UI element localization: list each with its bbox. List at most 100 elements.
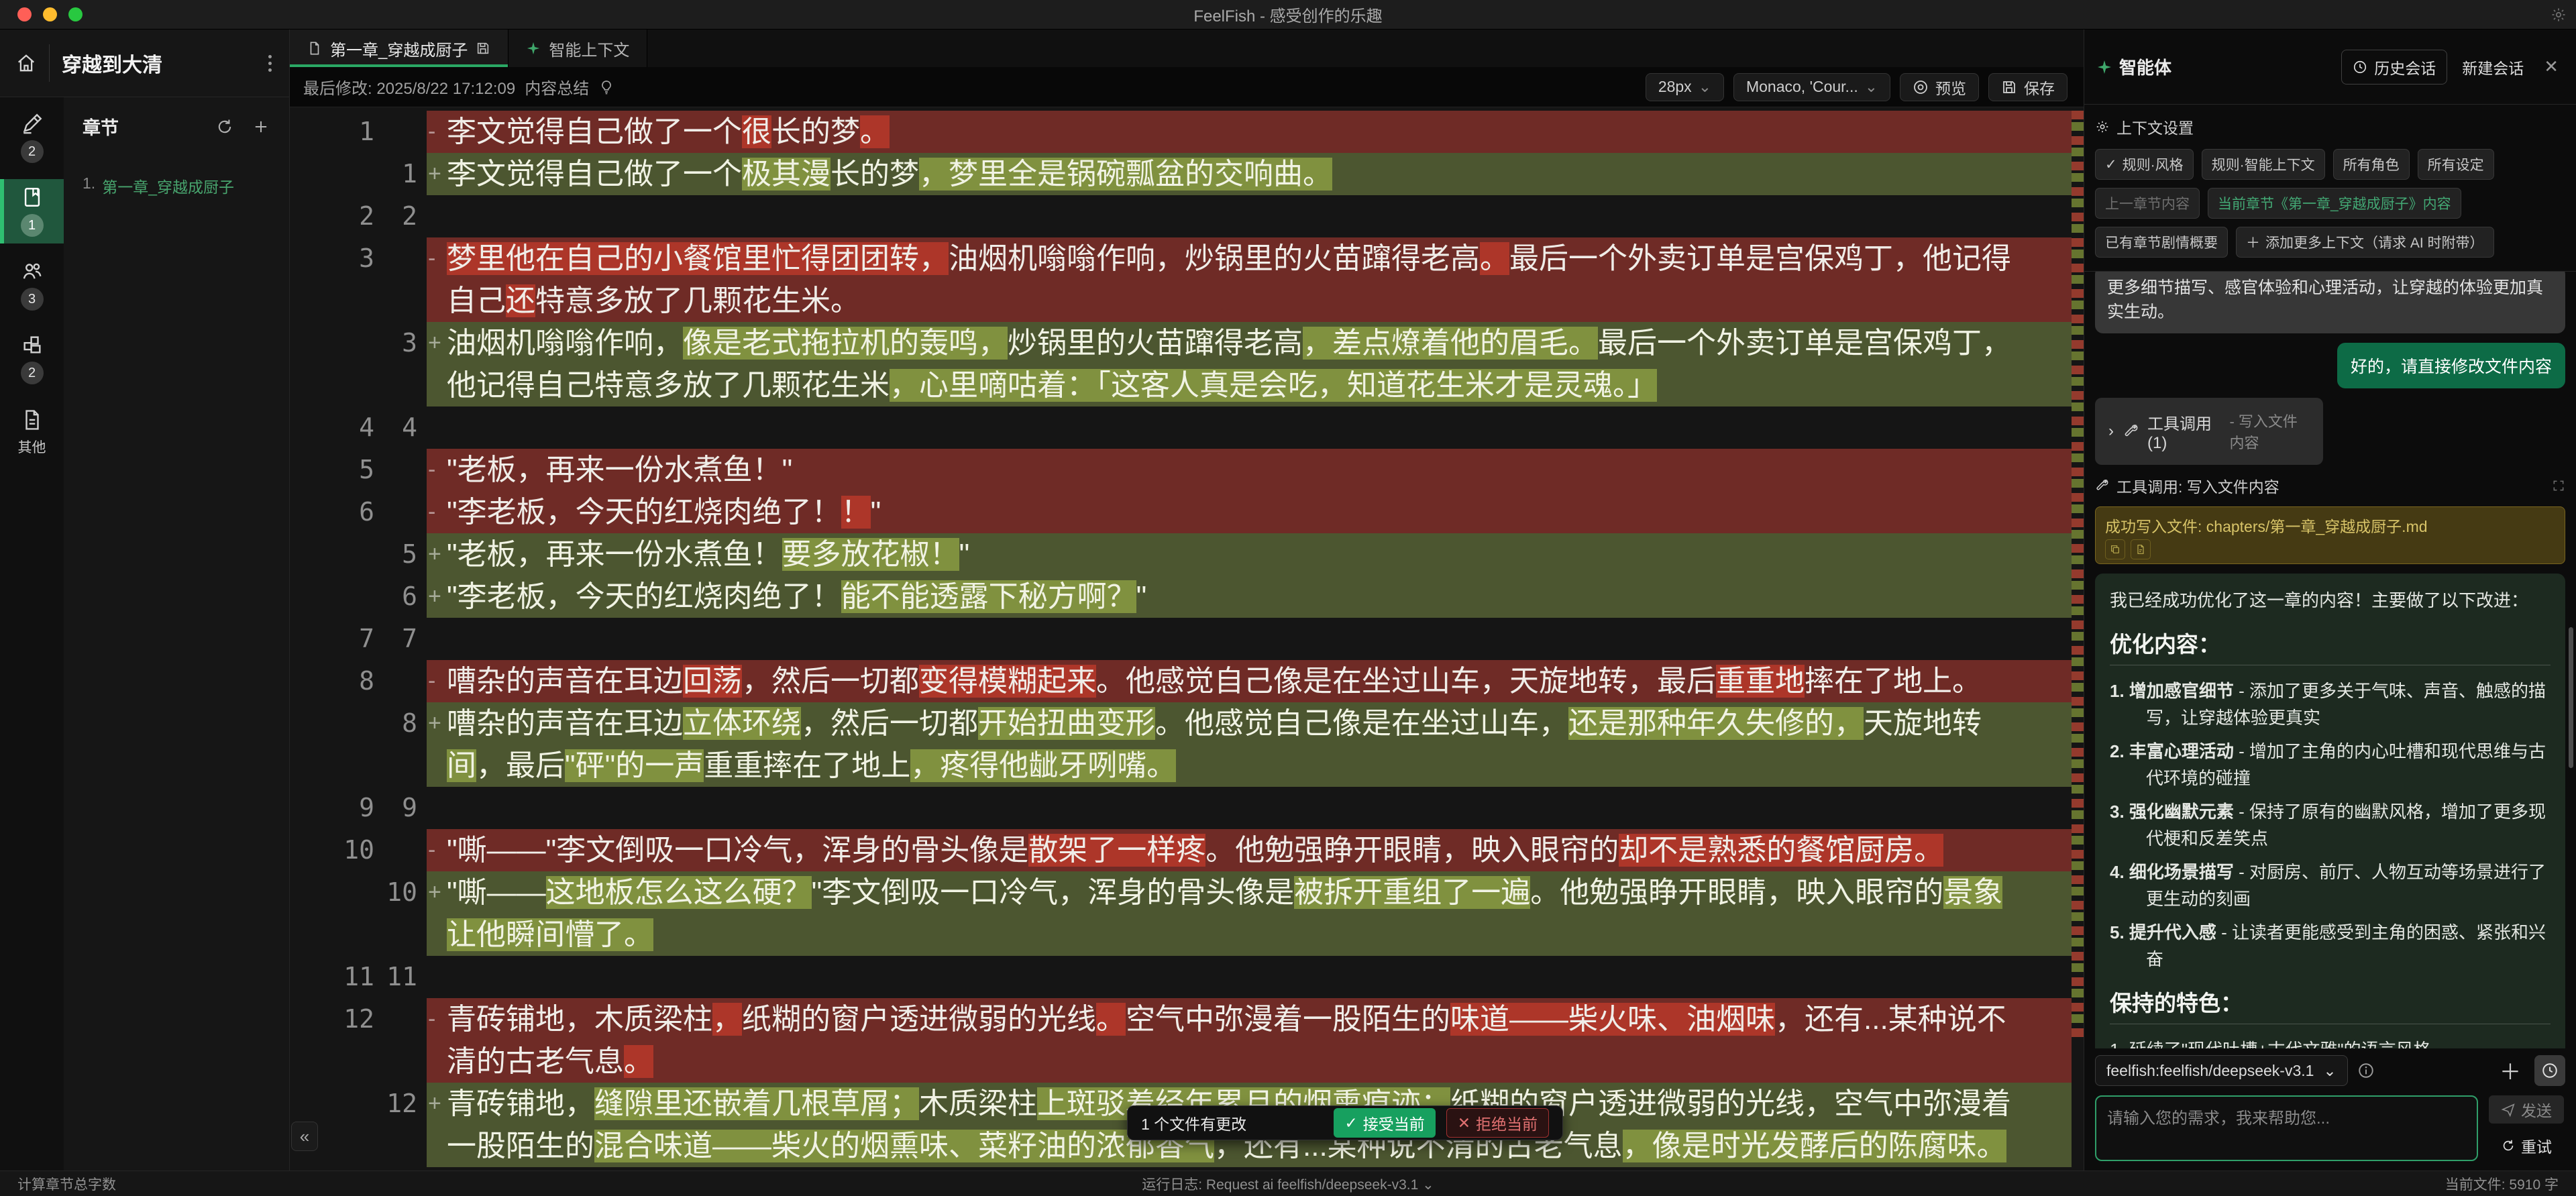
diff-line[interactable]: 8 -嘈杂的声音在耳边回荡，然后一切都变得模糊起来。他感觉自己像是在坐过山车，天… — [290, 660, 2072, 702]
blocks-count-badge: 2 — [21, 362, 44, 384]
diff-line[interactable]: 12 -青砖铺地，木质梁柱，纸糊的窗户透进微弱的光线。空气中弥漫着一股陌生的味道… — [290, 998, 2072, 1083]
context-chip-previous-chapter[interactable]: 上一章节内容 — [2095, 188, 2200, 219]
gear-icon[interactable] — [2551, 7, 2567, 23]
diff-line[interactable]: 1 -李文觉得自己做了一个很长的梦。 — [290, 111, 2072, 153]
diff-line[interactable]: 10 +"嘶——这地板怎么这么硬？"李文倒吸一口冷气，浑身的骨头像是被拆开重组了… — [290, 871, 2072, 956]
refresh-icon[interactable] — [215, 117, 234, 136]
rail-item-characters[interactable]: 3 — [0, 253, 64, 317]
editor-toolbar: 最后修改: 2025/8/22 17:12:09 内容总结 28px⌄ Mona… — [290, 67, 2084, 107]
accept-change-button[interactable]: ✓接受当前 — [1334, 1108, 1435, 1138]
diff-line[interactable]: 3 +油烟机嗡嗡作响，像是老式拖拉机的轰鸣，炒锅里的火苗蹿得老高，差点燎着他的眉… — [290, 322, 2072, 406]
diff-line[interactable]: 2 2 — [290, 195, 2072, 237]
new-line-number: 5 — [374, 533, 417, 576]
diff-overview-ruler[interactable] — [2072, 111, 2084, 1039]
retry-button[interactable]: 重试 — [2501, 1134, 2552, 1157]
rail-item-writing[interactable]: 2 — [0, 105, 64, 170]
info-icon[interactable] — [2357, 1062, 2375, 1079]
diff-line-text — [427, 956, 2072, 998]
context-chip-rules-style[interactable]: ✓规则·风格 — [2095, 149, 2194, 180]
last-modified-text: 最后修改: 2025/8/22 17:12:09 — [303, 75, 515, 99]
diff-line-text: -李文觉得自己做了一个很长的梦。 — [427, 111, 2072, 153]
new-line-number: 12 — [374, 1083, 417, 1167]
new-line-number: 1 — [374, 153, 417, 195]
old-line-number: 3 — [290, 237, 374, 322]
file-icon[interactable] — [2131, 539, 2151, 559]
clock-icon — [2353, 60, 2367, 74]
diff-line[interactable]: 6 -"李老板，今天的红烧肉绝了！！" — [290, 491, 2072, 533]
diff-line[interactable]: 5 -"老板，再来一份水煮鱼！" — [290, 449, 2072, 491]
chat-area[interactable]: 更多细节描写、感官体验和心理活动，让穿越的体验更加真实生动。 好的，请直接修改文… — [2084, 272, 2576, 1048]
diff-line-text: -梦里他在自己的小餐馆里忙得团团转，油烟机嗡嗡作响，炒锅里的火苗蹿得老高。最后一… — [427, 237, 2072, 322]
project-menu-icon[interactable] — [263, 50, 277, 77]
content-summary-link[interactable]: 内容总结 — [525, 75, 589, 99]
diff-line[interactable]: 3 -梦里他在自己的小餐馆里忙得团团转，油烟机嗡嗡作响，炒锅里的火苗蹿得老高。最… — [290, 237, 2072, 322]
diff-line[interactable]: 6 +"李老板，今天的红烧肉绝了！能不能透露下秘方啊？" — [290, 576, 2072, 618]
diff-line[interactable]: 5 +"老板，再来一份水煮鱼！要多放花椒！" — [290, 533, 2072, 576]
diff-line[interactable]: 9 9 — [290, 787, 2072, 829]
rail-item-settings-blocks[interactable]: 2 — [0, 327, 64, 391]
old-line-number — [290, 322, 374, 406]
old-line-number: 7 — [290, 618, 374, 660]
assistant-message-final: 我已经成功优化了这一章的内容！主要做了以下改进： 优化内容： 1. 增加感官细节… — [2095, 574, 2565, 1048]
context-chip-smart-context[interactable]: 规则·智能上下文 — [2202, 149, 2325, 180]
diff-line[interactable]: 4 4 — [290, 406, 2072, 449]
diff-line-text: -"老板，再来一份水煮鱼！" — [427, 449, 2072, 491]
old-line-number: 4 — [290, 406, 374, 449]
rail-item-other[interactable]: 其他 — [0, 400, 64, 465]
new-line-number: 9 — [374, 787, 417, 829]
characters-count-badge: 3 — [21, 288, 44, 311]
diff-line[interactable]: 10 -"嘶——"李文倒吸一口冷气，浑身的骨头像是散架了一样疼。他勉强睁开眼睛，… — [290, 829, 2072, 871]
preview-button[interactable]: 预览 — [1900, 73, 1979, 101]
final-intro: 我已经成功优化了这一章的内容！主要做了以下改进： — [2110, 587, 2551, 614]
new-line-number: 3 — [374, 322, 417, 406]
tab-smart-context[interactable]: 智能上下文 — [508, 30, 647, 67]
close-panel-icon[interactable]: ✕ — [2538, 54, 2564, 80]
font-size-select[interactable]: 28px⌄ — [1646, 73, 1724, 101]
reject-change-button[interactable]: ✕拒绝当前 — [1446, 1108, 1549, 1138]
new-line-number: 6 — [374, 576, 417, 618]
diff-line[interactable]: 8 +嘈杂的声音在耳边立体环绕，然后一切都开始扭曲变形。他感觉自己像是在坐过山车… — [290, 702, 2072, 787]
diff-line[interactable]: 1 +李文觉得自己做了一个极其漫长的梦，梦里全是锅碗瓢盆的交响曲。 — [290, 153, 2072, 195]
home-icon[interactable] — [12, 44, 50, 82]
save-file-icon[interactable] — [476, 41, 490, 56]
collapse-sidebar-button[interactable]: « — [291, 1122, 318, 1151]
copy-icon[interactable] — [2105, 539, 2125, 559]
diff-line[interactable]: 11 11 — [290, 956, 2072, 998]
check-icon: ✓ — [1344, 1114, 1357, 1132]
send-button[interactable]: 发送 — [2489, 1095, 2564, 1124]
tool-call-collapsed[interactable]: › 工具调用 (1) - 写入文件内容 — [2095, 398, 2323, 465]
diff-line-text: +"老板，再来一份水煮鱼！要多放花椒！" — [427, 533, 2072, 576]
diff-editor[interactable]: 1 -李文觉得自己做了一个很长的梦。 1 +李文觉得自己做了一个极其漫长的梦，梦… — [290, 107, 2084, 1171]
old-line-number: 11 — [290, 956, 374, 998]
add-attachment-button[interactable]: ＋ — [2496, 1056, 2525, 1085]
context-chip-plot-summary[interactable]: 已有章节剧情概要 — [2095, 227, 2228, 258]
tool-call-label: 工具调用: 写入文件内容 — [2116, 474, 2279, 497]
chapter-list-item[interactable]: 1. 第一章_穿越成厨子 — [83, 174, 270, 197]
tab-chapter-file[interactable]: 第一章_穿越成厨子 — [290, 30, 508, 67]
lightbulb-icon[interactable] — [598, 79, 614, 95]
close-icon: ✕ — [1458, 1114, 1470, 1132]
history-toggle-button[interactable] — [2534, 1055, 2565, 1086]
kept-list: 1. 延续了"现代吐槽+古代文雅"的语言风格2. 保持了幽默历史穿越的整体基调3… — [2110, 1036, 2551, 1048]
old-line-number: 9 — [290, 787, 374, 829]
expand-icon[interactable] — [2552, 479, 2565, 492]
history-sessions-button[interactable]: 历史会话 — [2341, 50, 2447, 85]
check-icon: ✓ — [2105, 156, 2117, 173]
new-session-button[interactable]: 新建会话 — [2458, 50, 2528, 84]
add-more-context-button[interactable]: ＋添加更多上下文（请求 AI 时附带） — [2236, 227, 2494, 258]
chat-scrollbar[interactable] — [2569, 627, 2573, 768]
chapter-number: 1. — [83, 174, 95, 197]
book-icon — [21, 186, 44, 209]
font-family-select[interactable]: Monaco, 'Cour...⌄ — [1733, 73, 1890, 101]
add-chapter-icon[interactable] — [252, 117, 270, 136]
kept-item: 1. 延续了"现代吐槽+古代文雅"的语言风格 — [2110, 1036, 2551, 1048]
model-select[interactable]: feelfish:feelfish/deepseek-v3.1 ⌄ — [2095, 1055, 2348, 1086]
context-chip-all-characters[interactable]: 所有角色 — [2333, 149, 2410, 180]
diff-line[interactable]: 7 7 — [290, 618, 2072, 660]
context-chip-current-chapter[interactable]: 当前章节《第一章_穿越成厨子》内容 — [2208, 188, 2461, 219]
context-chip-all-settings[interactable]: 所有设定 — [2418, 149, 2494, 180]
save-button[interactable]: 保存 — [1988, 73, 2068, 101]
rail-item-chapters[interactable]: 1 — [0, 179, 64, 243]
status-run-log[interactable]: 运行日志: Request ai feelfish/deepseek-v3.1 … — [0, 1174, 2576, 1194]
chat-input[interactable] — [2095, 1095, 2478, 1161]
